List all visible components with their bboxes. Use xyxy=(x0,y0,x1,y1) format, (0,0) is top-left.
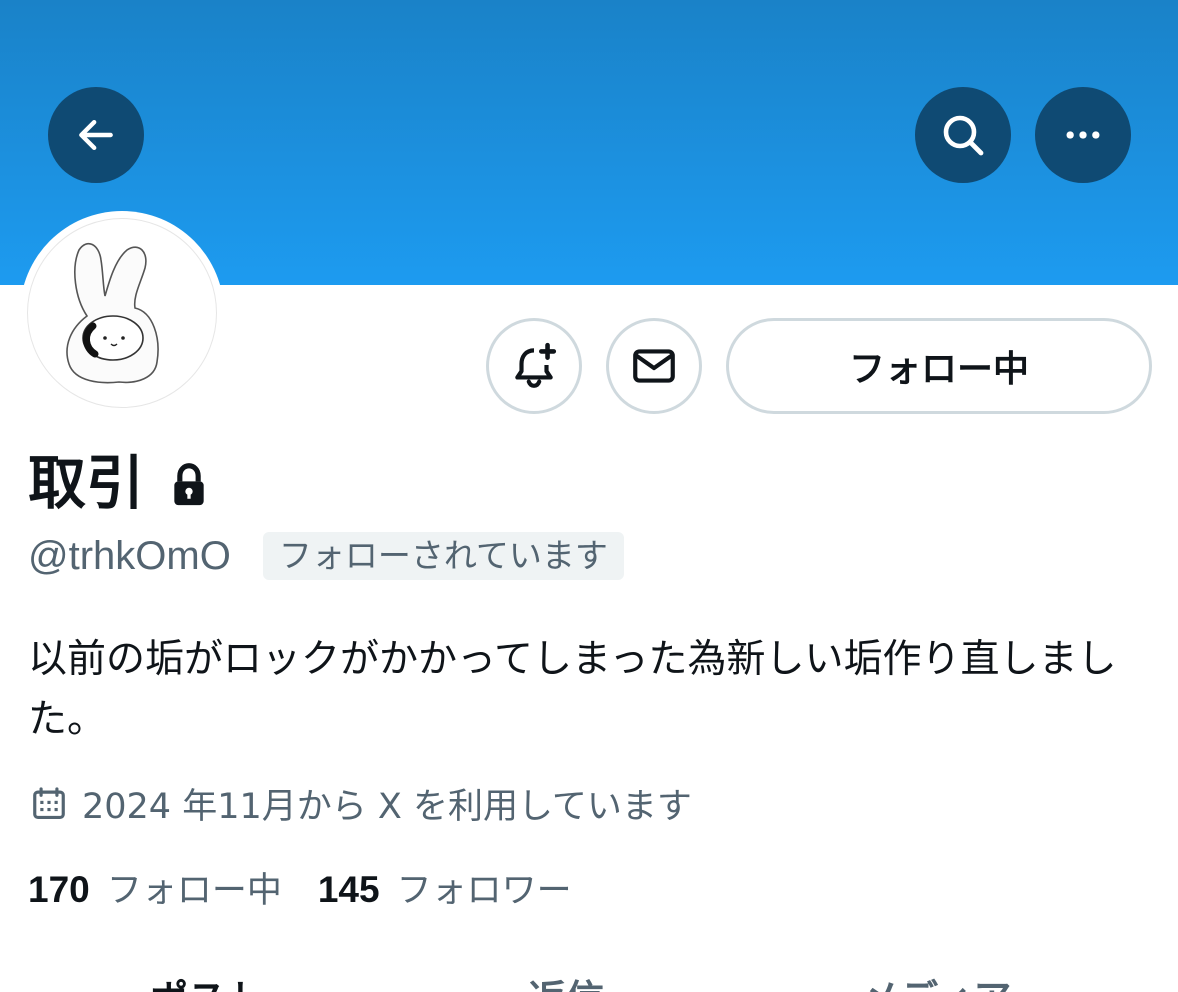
tab-media[interactable]: メディア xyxy=(862,968,1011,992)
followers-count: 145 xyxy=(317,869,380,910)
tab-replies[interactable]: 返信 xyxy=(528,968,604,992)
display-name: 取引 xyxy=(28,449,145,517)
user-handle: @trhkOmO xyxy=(28,533,231,578)
joined-row: 2024 年11月から X を利用しています xyxy=(30,778,692,829)
search-button[interactable] xyxy=(915,87,1011,183)
name-row: 取引 xyxy=(28,448,208,518)
followers-link[interactable]: 145 フォロワー xyxy=(318,862,572,913)
calendar-icon xyxy=(33,786,65,819)
message-button[interactable] xyxy=(606,318,702,414)
tab-posts[interactable]: ポスト xyxy=(150,968,264,992)
arrow-left-icon xyxy=(79,119,113,151)
lock-icon xyxy=(174,463,204,506)
avatar-ring[interactable] xyxy=(20,211,224,415)
following-count: 170 xyxy=(28,869,90,910)
more-horizontal-icon xyxy=(1066,131,1100,139)
following-label: フォロー中 xyxy=(106,871,282,911)
profile-bio: 以前の垢がロックがかかってしまった為新しい垢作り直しました。 xyxy=(28,637,1117,742)
following-link[interactable]: 170 フォロー中 xyxy=(28,862,282,913)
profile-tabs: ポスト 返信 メディア xyxy=(0,968,1178,992)
avatar[interactable] xyxy=(27,218,217,408)
more-button[interactable] xyxy=(1035,87,1131,183)
joined-date: 2024 年11月から X を利用しています xyxy=(82,787,692,827)
followers-label: フォロワー xyxy=(396,871,572,911)
follow-stats: 170 フォロー中 145 フォロワー xyxy=(28,862,572,913)
notify-button[interactable] xyxy=(486,318,582,414)
bunny-avatar-image xyxy=(66,242,159,384)
bell-plus-icon xyxy=(515,342,557,388)
handle-row: @trhkOmO フォローされています xyxy=(28,532,624,580)
following-button[interactable]: フォロー中 xyxy=(726,318,1152,414)
follows-you-badge: フォローされています xyxy=(262,532,624,580)
back-button[interactable] xyxy=(48,87,144,183)
search-icon xyxy=(943,115,984,156)
envelope-icon xyxy=(633,349,675,383)
